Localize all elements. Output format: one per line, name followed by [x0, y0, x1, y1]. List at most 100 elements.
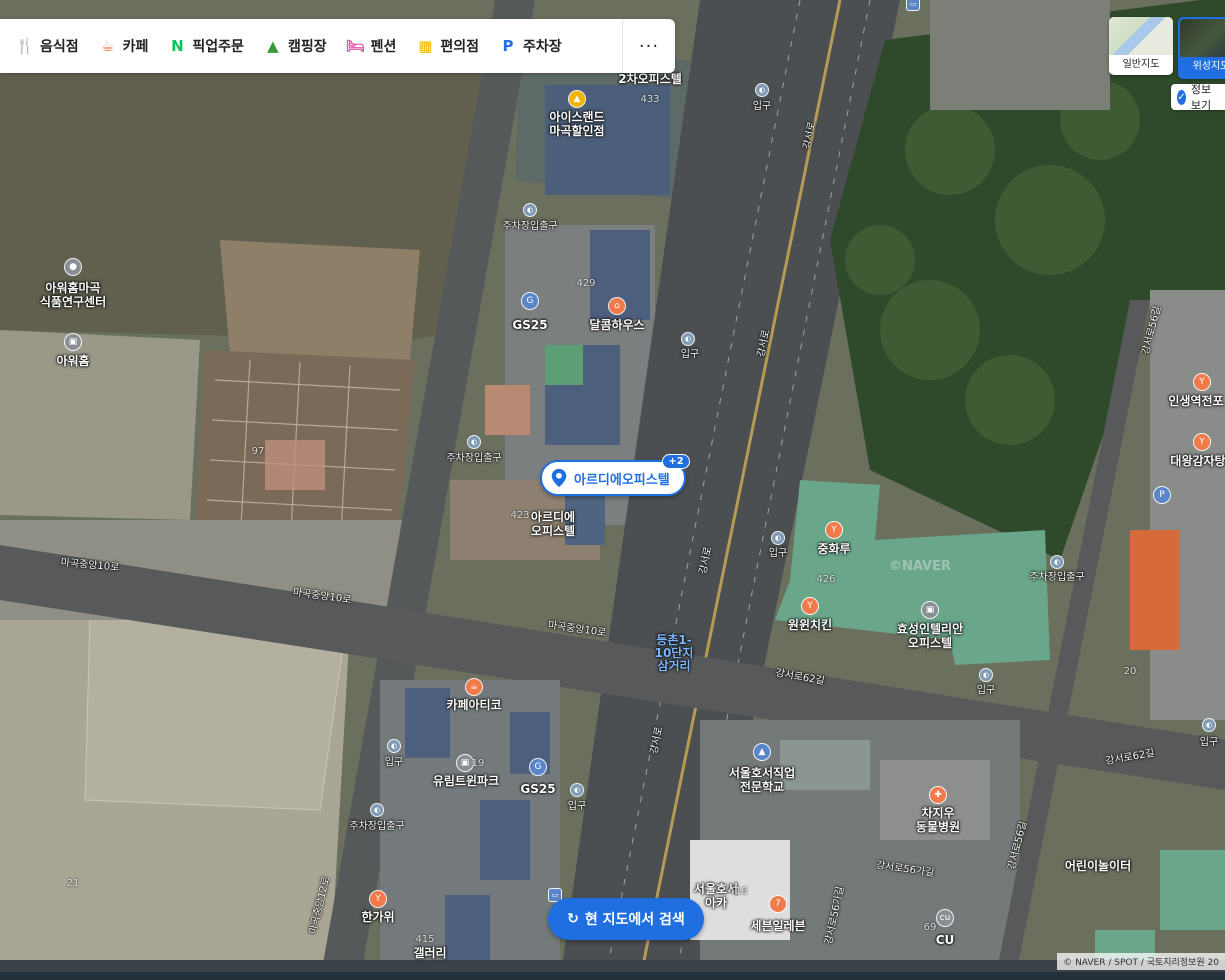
label-ourhome-magok[interactable]: 아워홈마곡: [45, 281, 100, 295]
check-icon: ✓: [1177, 89, 1186, 105]
label-hyosung-officetel[interactable]: 오피스텔: [908, 636, 952, 650]
label-parking-exit[interactable]: 주차장입출구: [446, 453, 501, 464]
building-number: 19: [471, 758, 485, 769]
label-yurim-twinpark[interactable]: 유림트윈파크: [433, 774, 499, 788]
convenience-store-icon: cu: [937, 910, 953, 926]
label-gs25-top[interactable]: GS25: [512, 318, 547, 332]
label-insaeng-yeokjeon[interactable]: 인생역전포: [1168, 394, 1223, 408]
building-number: 429: [576, 278, 596, 289]
building-number: 415: [415, 934, 435, 945]
restaurant-icon: Y: [802, 598, 818, 614]
label-hangawi[interactable]: 한가위: [361, 910, 394, 924]
search-this-area-button[interactable]: ↻ 현 지도에서 검색: [548, 898, 704, 940]
label-playground[interactable]: 어린이놀이터: [1065, 859, 1131, 873]
label-parking-exit[interactable]: 주차장입출구: [349, 821, 404, 832]
category-restaurant[interactable]: 🍴 음식점: [0, 19, 91, 73]
label-animal-hospital[interactable]: 동물병원: [916, 820, 960, 834]
more-categories-button[interactable]: ···: [622, 19, 675, 73]
category-pension[interactable]: 🛏 펜션: [339, 19, 409, 73]
label-ourhome[interactable]: 아워홈: [56, 354, 89, 368]
category-label: 카페: [122, 39, 149, 55]
shop-icon[interactable]: ▲: [569, 91, 585, 107]
building-number: 69: [923, 922, 937, 933]
entrance-icon: ◐: [756, 84, 768, 96]
bottom-bar: [0, 972, 1225, 980]
category-convenience[interactable]: ▦ 편의점: [408, 19, 491, 73]
label-daewang-gamjatang[interactable]: 대왕감자탕: [1170, 454, 1225, 468]
bus-stop-icon[interactable]: ▭: [907, 0, 919, 10]
label-deungchon-junction[interactable]: 삼거리: [657, 659, 690, 673]
label-2nd-officetel[interactable]: 2차오피스텔: [618, 72, 682, 86]
label-hoseo-academy-2[interactable]: 아카: [705, 896, 727, 910]
location-pin-icon: [551, 468, 567, 488]
label-cafe-artico[interactable]: 카페아티코: [446, 698, 501, 712]
label-parking-exit[interactable]: 주차장입출구: [1029, 572, 1084, 583]
label-ardie[interactable]: 아르디에: [531, 510, 575, 524]
building-number: 97: [251, 446, 265, 457]
map-type-label: 위성지도: [1180, 57, 1225, 77]
label-cu[interactable]: CU: [936, 933, 955, 947]
label-seven-eleven[interactable]: 세븐일레븐: [750, 919, 805, 933]
category-label: 캠핑장: [287, 39, 327, 55]
category-label: 픽업주문: [192, 39, 244, 55]
label-hoseo-vocational[interactable]: 서울호서직업: [729, 766, 795, 780]
label-entrance[interactable]: 입구: [769, 548, 787, 559]
label-junghwaru[interactable]: 중화루: [817, 542, 850, 556]
restaurant-icon: Y: [370, 891, 386, 907]
bed-icon: 🛏: [346, 37, 366, 55]
category-pickup[interactable]: N 픽업주문: [160, 19, 256, 73]
category-parking[interactable]: P 주차장: [491, 19, 574, 73]
map-type-basic[interactable]: 일반지도: [1109, 17, 1173, 75]
basic-map-thumbnail: [1109, 17, 1173, 55]
refresh-icon: ↻: [567, 911, 579, 927]
label-gs25-bottom[interactable]: GS25: [520, 782, 555, 796]
label-parking-exit[interactable]: 주차장입출구: [502, 221, 557, 232]
label-iceland[interactable]: 아이스랜드: [549, 110, 604, 124]
label-entrance[interactable]: 입구: [977, 685, 995, 696]
entrance-icon: ◐: [468, 436, 480, 448]
label-deungchon-junction[interactable]: 등촌1-: [656, 633, 691, 647]
label-entrance[interactable]: 입구: [385, 757, 403, 768]
label-entrance[interactable]: 입구: [681, 349, 699, 360]
hospital-icon: ✚: [930, 787, 946, 803]
label-deungchon-junction[interactable]: 10단지: [655, 646, 694, 660]
entrance-icon: ◐: [371, 804, 383, 816]
convenience-store-icon: G: [522, 293, 538, 309]
school-icon: ▲: [754, 744, 770, 760]
building-number: 423: [510, 510, 530, 521]
label-gallery[interactable]: 갤러리: [413, 946, 446, 960]
convenience-store-icon: G: [530, 759, 546, 775]
building-icon: ●: [65, 259, 81, 275]
parking-icon: P: [1154, 487, 1170, 503]
map-type-satellite[interactable]: 위성지도: [1178, 17, 1225, 79]
label-officetel[interactable]: 오피스텔: [531, 524, 575, 538]
restaurant-icon: ⌂: [609, 298, 625, 314]
entrance-icon: ◐: [1203, 719, 1215, 731]
selected-place-marker[interactable]: 아르디에오피스텔 +2: [540, 454, 690, 496]
label-dalkom-house[interactable]: 달콤하우스: [589, 318, 644, 332]
label-chajiwoo[interactable]: 차지우: [921, 806, 954, 820]
category-label: 주차장: [522, 39, 562, 55]
label-entrance[interactable]: 입구: [753, 101, 771, 112]
building-number: 20: [1123, 666, 1137, 677]
info-toggle-label: 정보보기: [1190, 83, 1212, 112]
entrance-icon: ◐: [388, 740, 400, 752]
selected-place-name: 아르디에오피스텔: [574, 472, 670, 488]
building-icon: ▣: [922, 602, 938, 618]
category-camping[interactable]: ▲ 캠핑장: [256, 19, 339, 73]
label-entrance[interactable]: 입구: [1200, 737, 1218, 748]
entrance-icon: ◐: [772, 532, 784, 544]
building-icon: ▣: [65, 334, 81, 350]
convenience-store-icon: 7: [770, 896, 786, 912]
category-cafe[interactable]: ☕ 카페: [91, 19, 161, 73]
cafe-icon: ☕: [466, 679, 482, 695]
info-toggle[interactable]: ✓ 정보보기: [1171, 83, 1225, 112]
naver-watermark: ©NAVER: [888, 559, 952, 574]
label-entrance[interactable]: 입구: [568, 801, 586, 812]
label-hoseo-school[interactable]: 전문학교: [740, 780, 784, 794]
label-winwin-chicken[interactable]: 원윈치킨: [788, 618, 832, 632]
building-number: 433: [640, 94, 660, 105]
label-hyosung-intellian[interactable]: 효성인텔리안: [897, 622, 963, 636]
label-food-research[interactable]: 식품연구센터: [40, 295, 106, 309]
label-magok-store[interactable]: 마곡할인점: [549, 124, 604, 138]
